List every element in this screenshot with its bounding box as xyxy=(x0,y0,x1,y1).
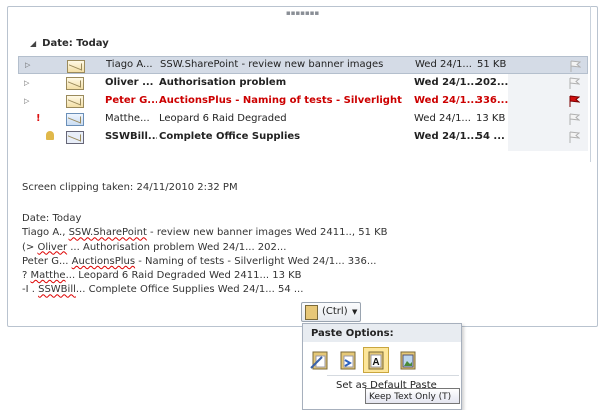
envelope-icon xyxy=(66,131,84,144)
message-row[interactable]: SSWBill... Complete Office Supplies Wed … xyxy=(18,128,588,146)
message-row[interactable]: ▷ Tiago A... SSW.SharePoint - review new… xyxy=(18,56,588,74)
pasted-line: Peter G... AuctionsPlus - Naming of test… xyxy=(22,255,377,267)
group-header[interactable]: ◢ Date: Today xyxy=(30,38,109,49)
message-subject: SSW.SharePoint - review new banner image… xyxy=(160,59,384,70)
flag-icon[interactable] xyxy=(569,131,580,143)
message-received: Wed 24/1... xyxy=(414,95,478,106)
importance-icon: ! xyxy=(36,113,41,124)
paste-options-title: Paste Options: xyxy=(303,324,461,342)
message-from: Matthe... xyxy=(105,113,150,124)
pasted-line: Date: Today xyxy=(22,213,82,224)
message-size: 202... xyxy=(476,77,509,88)
message-received: Wed 24/1... xyxy=(414,77,478,88)
reminder-bell-icon xyxy=(46,131,54,140)
envelope-icon xyxy=(66,95,84,108)
message-from: SSWBill... xyxy=(105,131,157,142)
message-received: Wed 24/1... xyxy=(415,59,472,70)
pasted-text-block[interactable]: Date: Today Tiago A., SSW.SharePoint - r… xyxy=(22,212,388,298)
menu-separator xyxy=(327,375,459,376)
message-size: 13 KB xyxy=(476,113,506,124)
resize-grip-icon[interactable]: ▪▪▪▪▪▪▪ xyxy=(286,9,319,17)
pasted-line: Tiago A., SSW.SharePoint - review new ba… xyxy=(22,227,388,239)
keep-source-formatting-icon[interactable] xyxy=(307,347,333,373)
keep-text-only-tooltip: Keep Text Only (T) xyxy=(365,388,460,404)
scroll-divider xyxy=(590,6,591,162)
message-subject: AuctionsPlus - Naming of tests - Silverl… xyxy=(159,95,402,106)
svg-text:A: A xyxy=(372,357,379,368)
message-received: Wed 24/1... xyxy=(414,131,478,142)
flag-icon[interactable] xyxy=(570,60,581,72)
message-row[interactable]: ▷ Peter G... AuctionsPlus - Naming of te… xyxy=(18,92,588,110)
expand-icon[interactable]: ▷ xyxy=(24,92,29,110)
message-subject: Authorisation problem xyxy=(159,77,287,88)
message-list: ▷ Tiago A... SSW.SharePoint - review new… xyxy=(18,56,588,146)
expand-icon[interactable]: ▷ xyxy=(24,74,29,92)
clipboard-icon xyxy=(305,305,318,320)
flag-icon[interactable] xyxy=(569,113,580,125)
pasted-line: -I . SSWBill... Complete Office Supplies… xyxy=(22,284,304,296)
picture-icon[interactable] xyxy=(395,347,421,373)
message-subject: Leopard 6 Raid Degraded xyxy=(159,113,287,124)
message-from: Tiago A... xyxy=(106,59,153,70)
pasted-line: (> Oliver ... Authorisation problem Wed … xyxy=(22,241,287,253)
dropdown-arrow-icon: ▼ xyxy=(352,308,358,316)
message-from: Peter G... xyxy=(105,95,157,106)
collapse-triangle-icon[interactable]: ◢ xyxy=(30,39,36,48)
paste-options-button[interactable]: (Ctrl) ▼ xyxy=(301,302,361,322)
expand-icon[interactable]: ▷ xyxy=(25,57,30,73)
message-size: 336... xyxy=(476,95,509,106)
merge-formatting-icon[interactable] xyxy=(335,347,361,373)
keep-text-only-icon[interactable]: A xyxy=(363,347,389,373)
message-received: Wed 24/1... xyxy=(414,113,471,124)
message-size: 51 KB xyxy=(477,59,507,70)
message-size: 54 ... xyxy=(476,131,505,142)
envelope-icon xyxy=(67,60,85,73)
pasted-line: ? Matthe... Leopard 6 Raid Degraded Wed … xyxy=(22,270,302,282)
flag-icon[interactable] xyxy=(569,77,580,89)
message-row[interactable]: ! Matthe... Leopard 6 Raid Degraded Wed … xyxy=(18,110,588,128)
message-from: Oliver ... xyxy=(105,77,154,88)
message-row[interactable]: ▷ Oliver ... Authorisation problem Wed 2… xyxy=(18,74,588,92)
message-subject: Complete Office Supplies xyxy=(159,131,301,142)
envelope-icon xyxy=(66,113,84,126)
flag-icon[interactable] xyxy=(569,95,580,107)
clipping-caption: Screen clipping taken: 24/11/2010 2:32 P… xyxy=(22,182,238,193)
envelope-icon xyxy=(66,77,84,90)
